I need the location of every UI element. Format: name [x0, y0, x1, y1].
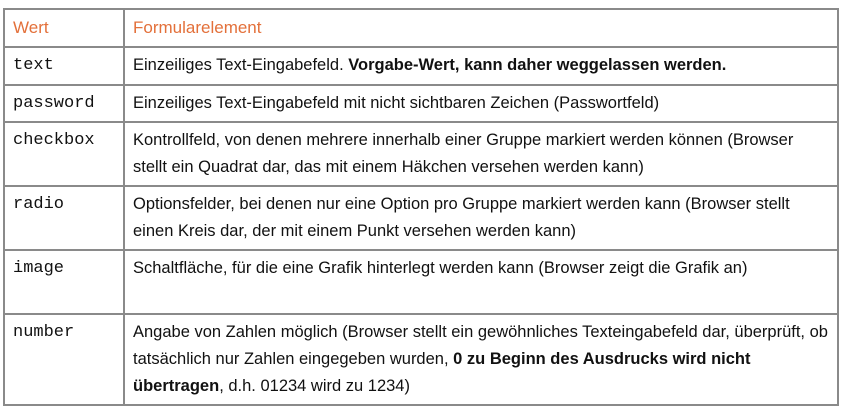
description-text-tail: , d.h. 01234 wird zu 1234) [219, 377, 410, 395]
description-cell: Einzeiliges Text-Eingabefeld. Vorgabe-We… [123, 46, 839, 86]
description-text: Optionsfelder, bei denen nur eine Option… [133, 195, 790, 240]
table-row: radio Optionsfelder, bei denen nur eine … [3, 185, 839, 251]
value-cell: radio [3, 185, 125, 251]
description-text: Kontrollfeld, von denen mehrere innerhal… [133, 131, 794, 176]
description-bold-text: Vorgabe-Wert, kann daher weggelassen wer… [348, 56, 727, 74]
table-row: text Einzeiliges Text-Eingabefeld. Vorga… [3, 46, 839, 86]
value-cell: checkbox [3, 121, 125, 187]
table-row: checkbox Kontrollfeld, von denen mehrere… [3, 121, 839, 187]
table-row: image Schaltfläche, für die eine Grafik … [3, 249, 839, 315]
description-cell: Angabe von Zahlen möglich (Browser stell… [123, 313, 839, 406]
table-row: password Einzeiliges Text-Eingabefeld mi… [3, 84, 839, 123]
input-types-table: Wert Formularelement text Einzeiliges Te… [3, 8, 839, 406]
description-text: Einzeiliges Text-Eingabefeld mit nicht s… [133, 94, 660, 112]
value-cell: image [3, 249, 125, 315]
description-text: Einzeiliges Text-Eingabefeld. [133, 56, 349, 74]
description-cell: Schaltfläche, für die eine Grafik hinter… [123, 249, 839, 315]
table-row: number Angabe von Zahlen möglich (Browse… [3, 313, 839, 406]
description-cell: Einzeiliges Text-Eingabefeld mit nicht s… [123, 84, 839, 123]
description-cell: Optionsfelder, bei denen nur eine Option… [123, 185, 839, 251]
description-cell: Kontrollfeld, von denen mehrere innerhal… [123, 121, 839, 187]
table-header-row: Wert Formularelement [3, 8, 839, 48]
description-text: Schaltfläche, für die eine Grafik hinter… [133, 259, 748, 277]
value-cell: password [3, 84, 125, 123]
header-form-element: Formularelement [123, 8, 839, 48]
value-cell: text [3, 46, 125, 86]
value-cell: number [3, 313, 125, 406]
header-value: Wert [3, 8, 125, 48]
